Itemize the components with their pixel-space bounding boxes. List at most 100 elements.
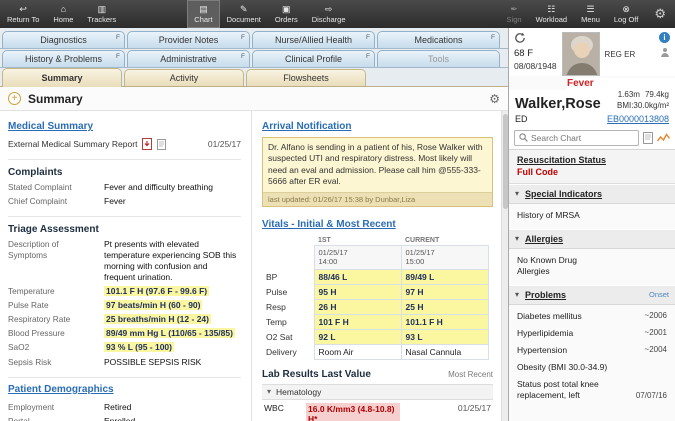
settings-gear-icon[interactable]: ⚙ <box>645 0 675 28</box>
demographics-heading[interactable]: Patient Demographics <box>8 384 114 395</box>
toolbar-menu[interactable]: ☰ Menu <box>574 0 607 28</box>
patient-sidebar: 68 F 08/08/1948 REG ER i Fever Walker,Ro… <box>508 28 675 421</box>
resuscitation-status-link[interactable]: Resuscitation Status <box>517 155 667 165</box>
abnormal-vital-value: 89/49 mm Hg L (110/65 - 135/85) <box>104 328 235 339</box>
section-problems[interactable]: ▾ Problems Onset <box>509 284 675 305</box>
problem-onset: ~2004 <box>644 345 667 355</box>
person-icon[interactable] <box>660 47 670 57</box>
tab-nurse-allied-health[interactable]: Nurse/Allied Health F <box>252 31 375 48</box>
abnormal-vital-value: 97 beats/min H (60 - 90) <box>104 300 203 311</box>
field-label: Respiratory Rate <box>8 314 71 325</box>
toolbar-label: Document <box>226 14 261 24</box>
arrival-notification-heading[interactable]: Arrival Notification <box>262 121 351 132</box>
triage-section: Triage Assessment Description of Symptom… <box>8 224 241 378</box>
patient-age-sex: 68 F <box>514 48 534 59</box>
abnormal-vital-value: 25 breaths/min H (12 - 24) <box>104 314 211 325</box>
arrival-note: Dr. Alfano is sending in a patient of hi… <box>262 137 493 207</box>
tab-medications[interactable]: Medications F <box>377 31 500 48</box>
field-label: Temperature <box>8 286 55 297</box>
tab-activity[interactable]: Activity <box>124 69 244 86</box>
section-special-indicators[interactable]: ▾ Special Indicators <box>509 183 675 204</box>
orders-icon: ▣ <box>282 3 291 14</box>
complaints-section: Complaints Stated Complaint Fever and dif… <box>8 167 241 218</box>
problem-onset: ~2001 <box>644 328 667 338</box>
vital-value: 95 H <box>313 283 402 300</box>
toolbar-return-to[interactable]: ↩ Return To <box>0 0 46 28</box>
trend-sparkline-icon[interactable] <box>657 132 670 143</box>
vitals-first-datetime: 01/25/17 14:00 <box>313 244 402 270</box>
tab-flag-icon: F <box>366 53 370 60</box>
vitals-row-resp: Resp 26 H 25 H <box>262 298 489 315</box>
top-toolbar: ↩ Return To ⌂ Home ▥ Trackers ▤ Chart ✎ Docum… <box>0 0 675 28</box>
tab-label: Activity <box>169 73 199 83</box>
toolbar-chart[interactable]: ▤ Chart <box>187 0 220 28</box>
vital-value: 92 L <box>313 328 402 345</box>
tab-summary[interactable]: Summary <box>2 68 122 87</box>
tab-administrative[interactable]: Administrative F <box>127 50 250 67</box>
search-icon <box>519 133 528 142</box>
medical-summary-heading[interactable]: Medical Summary <box>8 121 93 132</box>
problem-item: Obesity (BMI 30.0-34.9) <box>517 362 667 373</box>
app-window: ↩ Return To ⌂ Home ▥ Trackers ▤ Chart ✎ Docum… <box>0 0 675 421</box>
section-allergies[interactable]: ▾ Allergies <box>509 228 675 249</box>
field-row: Sepsis Risk POSSIBLE SEPSIS RISK <box>8 357 241 368</box>
vital-value: 97 H <box>400 283 489 300</box>
field-row: Stated Complaint Fever and difficulty bre… <box>8 182 241 193</box>
field-label: Stated Complaint <box>8 182 72 192</box>
toolbar-home[interactable]: ⌂ Home <box>46 0 80 28</box>
summary-gear-icon[interactable]: ⚙ <box>489 92 500 106</box>
report-download-icon[interactable] <box>142 138 153 150</box>
patient-name-row: Walker,Rose 1.63m 79.4kg BMI:30.0kg/m² <box>509 90 675 113</box>
main-scrollbar[interactable] <box>501 111 508 421</box>
labs-filter: Most Recent <box>448 369 493 379</box>
toolbar-log-off[interactable]: ⊗ Log Off <box>607 0 645 28</box>
toolbar-label: Log Off <box>613 14 639 24</box>
lab-group-label: Hematology <box>276 386 322 397</box>
vitals-heading[interactable]: Vitals - Initial & Most Recent <box>262 219 396 230</box>
field-value: Pt presents with elevated temperature ex… <box>104 239 237 283</box>
refresh-icon[interactable] <box>514 32 557 44</box>
toolbar-label: Menu <box>581 14 600 24</box>
encounter-id-link[interactable]: EB0000013808 <box>607 114 669 124</box>
expand-plus-icon[interactable]: + <box>8 92 21 105</box>
labs-header: Lab Results Last Value Most Recent <box>262 369 493 380</box>
report-document-icon[interactable] <box>157 138 167 150</box>
field-row: SaO2 93 % L (95 - 100) <box>8 342 241 353</box>
arrival-message: Dr. Alfano is sending in a patient of hi… <box>268 142 483 187</box>
chart-icon: ▤ <box>199 3 208 14</box>
tab-clinical-profile[interactable]: Clinical Profile F <box>252 50 375 67</box>
vital-label: BP <box>266 271 278 282</box>
patient-height: 1.63m <box>617 90 640 99</box>
scrollbar-thumb[interactable] <box>503 114 508 209</box>
toolbar-trackers[interactable]: ▥ Trackers <box>80 0 123 28</box>
toolbar-workload[interactable]: ☷ Workload <box>529 0 575 28</box>
search-input[interactable] <box>531 132 634 143</box>
tab-label: Provider Notes <box>158 35 219 45</box>
tab-diagnostics[interactable]: Diagnostics F <box>2 31 125 48</box>
tab-provider-notes[interactable]: Provider Notes F <box>127 31 250 48</box>
vital-value: 101 F H <box>313 313 402 330</box>
problem-name: Diabetes mellitus <box>517 310 582 321</box>
tab-row-1: Diagnostics F Provider Notes F Nurse/Allie… <box>0 30 508 49</box>
toolbar-document[interactable]: ✎ Document <box>220 0 268 28</box>
tab-history-problems[interactable]: History & Problems F <box>2 50 125 67</box>
lab-name: WBC <box>264 402 284 413</box>
lab-date: 01/25/17 <box>457 402 491 413</box>
toolbar-discharge[interactable]: ⇨ Discharge <box>305 0 353 28</box>
lab-group-hematology[interactable]: ▾ Hematology <box>262 383 493 400</box>
note-icon[interactable] <box>643 131 653 144</box>
patient-reg-status: REG ER <box>604 49 636 59</box>
special-indicators-content: History of MRSA <box>517 209 580 220</box>
summary-panel-header: + Summary ⚙ <box>0 87 508 111</box>
home-icon: ⌂ <box>60 3 67 14</box>
report-link[interactable]: External Medical Summary Report <box>8 139 137 149</box>
tab-flag-icon: F <box>491 34 495 41</box>
toolbar-orders[interactable]: ▣ Orders <box>268 0 305 28</box>
tab-flowsheets[interactable]: Flowsheets <box>246 69 366 86</box>
info-icon[interactable]: i <box>659 32 670 43</box>
search-box[interactable] <box>514 129 639 146</box>
patient-photo <box>561 32 600 76</box>
field-label: SaO2 <box>8 342 30 353</box>
field-label: Chief Complaint <box>8 196 68 207</box>
tab-label: Tools <box>427 54 449 64</box>
